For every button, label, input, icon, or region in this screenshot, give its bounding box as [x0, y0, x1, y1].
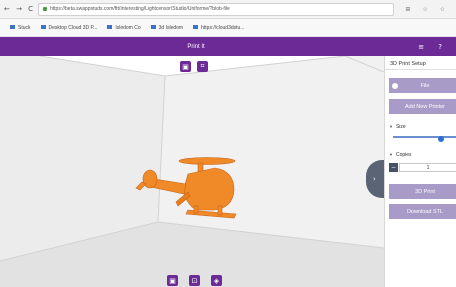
bookmark-icon [193, 25, 199, 30]
download-stl-button[interactable]: Download STL [389, 204, 456, 219]
browser-nav-buttons[interactable]: ← → C [4, 5, 38, 13]
size-section-header[interactable]: ▼ Size [389, 124, 406, 130]
browser-toolbar: ← → C https://beta.swappstuds.com/ftt/In… [0, 0, 456, 19]
bookmark-item[interactable]: 3d Isledom [150, 25, 183, 31]
panel-title: 3D Print Setup [385, 56, 456, 70]
print-setup-panel: 3D Print Setup File Add New Printer ▼ Siz… [384, 56, 456, 287]
size-slider-track[interactable] [393, 136, 456, 138]
chevron-right-icon: › [373, 175, 376, 183]
size-slider-knob[interactable] [438, 136, 444, 142]
3d-print-button[interactable]: 3D Print [389, 184, 456, 199]
file-button[interactable]: File [389, 78, 456, 93]
bookmarks-bar: Stuck Desktop Cloud 3D P... Isledom Co 3… [0, 19, 456, 37]
add-new-printer-button[interactable]: Add New Printer [389, 99, 456, 114]
bookmark-icon [10, 25, 15, 30]
file-radio-icon [392, 83, 398, 89]
address-url: https://beta.swappstuds.com/ftt/Interest… [50, 6, 230, 12]
app-title: Print It [187, 43, 205, 50]
address-bar[interactable]: https://beta.swappstuds.com/ftt/Interest… [38, 2, 394, 16]
header-menu-icons[interactable]: ≡ ? [418, 43, 448, 51]
3d-viewer[interactable]: ▣ ⌗ ▣ ⊡ ◈ [0, 56, 384, 287]
copies-section-header[interactable]: ▼ Copies [389, 152, 412, 158]
bookmark-item[interactable]: Stuck [10, 25, 31, 31]
grid-toggle-button[interactable]: ⌗ [197, 61, 208, 72]
app-header: Print It ≡ ? [0, 37, 456, 56]
bookmark-item[interactable]: https://cloud3dstu... [193, 25, 244, 31]
bookmark-item[interactable]: Isledom Co [107, 25, 141, 31]
copies-decrement-button[interactable]: − [389, 163, 398, 172]
bookmark-icon [107, 25, 113, 30]
rotate-model-button[interactable]: ◈ [211, 275, 222, 286]
lock-icon [43, 7, 47, 11]
layer-view-button[interactable]: ▣ [167, 275, 178, 286]
build-volume [0, 56, 384, 287]
view-mode-button[interactable]: ▣ [180, 61, 191, 72]
triangle-down-icon: ▼ [389, 152, 393, 157]
bookmark-item[interactable]: Desktop Cloud 3D P... [40, 25, 97, 31]
copies-input[interactable]: 1 [399, 163, 456, 172]
bookmark-icon [40, 25, 46, 30]
triangle-down-icon: ▼ [389, 124, 393, 129]
browser-extension-icons[interactable]: ⊞ ☆ ☆ [405, 6, 450, 13]
bookmark-icon [150, 25, 156, 30]
print-preview-button[interactable]: ⊡ [189, 275, 200, 286]
